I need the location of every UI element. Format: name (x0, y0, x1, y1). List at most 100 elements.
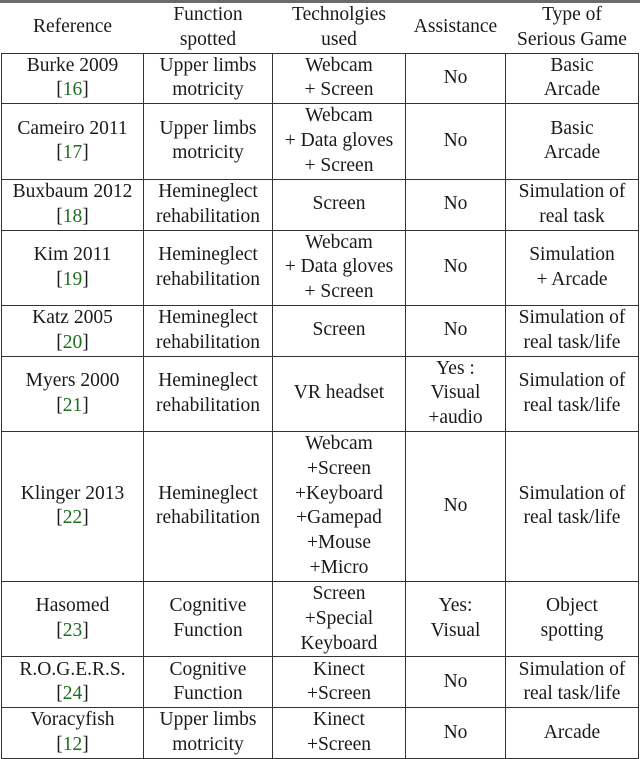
header-text: Assistance (413, 16, 498, 38)
cell-assistance-line: No (443, 721, 468, 743)
cell-game-type-line: Basic (550, 117, 594, 139)
citation-link[interactable]: 12 (63, 734, 83, 755)
cell-technologies-line: Webcam (305, 433, 373, 455)
cell-game-type-line: spotting (540, 620, 604, 642)
citation-link[interactable]: 22 (63, 507, 83, 528)
cell-technologies: Screen +Special Keyboard (272, 580, 406, 658)
bracket-close: ] (82, 683, 89, 705)
citation-link[interactable]: 24 (63, 683, 83, 704)
cell-game-type: Simulation of real task/life (505, 430, 639, 582)
cell-function: Upper limbs motricity (143, 103, 273, 180)
citation-link[interactable]: 18 (63, 206, 83, 227)
table-row: R.O.G.E.R.S. [24] Cognitive Function Kinect +… (1, 656, 639, 709)
cell-function: Hemineglect rehabilitation (143, 229, 273, 306)
cell-function: Upper limbs motricity (143, 707, 273, 759)
cell-assistance-line: No (443, 495, 468, 517)
cell-technologies: Webcam +Screen +Keyboard +Gamepad +Mouse +Mic… (272, 430, 406, 582)
cell-game-type-line: real task/life (523, 394, 621, 416)
cell-game-type-line: Simulation of (518, 306, 626, 328)
reference-name: Kim 2011 (33, 243, 112, 265)
cell-game-type-line: real task/life (523, 507, 621, 529)
citation-link[interactable]: 20 (63, 332, 83, 353)
cell-function-line: Upper limbs (159, 709, 257, 731)
header-game-type: Type of Serious Game (506, 3, 639, 53)
cell-game-type: Simulation of real task (505, 178, 639, 231)
cell-technologies-line: +Screen (306, 683, 372, 705)
cell-assistance-line: No (443, 193, 468, 215)
cell-assistance-line: Visual (430, 620, 481, 642)
cell-technologies-line: + Screen (304, 79, 374, 101)
cell-technologies-line: +Special (304, 607, 374, 629)
header-text: Function (173, 4, 243, 25)
header-technologies: Technolgies used (273, 3, 406, 53)
cell-game-type-line: real task/life (523, 331, 621, 353)
cell-assistance: No (405, 52, 506, 105)
cell-function-line: motricity (172, 142, 244, 164)
cell-game-type-line: Basic (550, 54, 594, 76)
reference-name: Hasomed (35, 595, 110, 617)
cell-game-type-line: Arcade (543, 142, 601, 164)
cell-game-type-line: Arcade (543, 79, 601, 101)
cell-technologies: Kinect +Screen (272, 707, 406, 759)
cell-function-line: rehabilitation (156, 205, 260, 227)
cell-technologies-line: +Keyboard (295, 482, 383, 504)
cell-game-type: Simulation of real task/life (505, 304, 639, 357)
reference-name: Voracyfish (30, 709, 115, 731)
cell-technologies: VR headset (272, 355, 406, 432)
bracket-close: ] (82, 268, 89, 290)
citation: [20] (3, 331, 142, 356)
citation-link[interactable]: 19 (63, 269, 83, 290)
cell-function-line: Function (173, 683, 243, 705)
cell-game-type-line: + Arcade (536, 268, 608, 290)
bracket-close: ] (82, 142, 89, 164)
cell-reference: R.O.G.E.R.S. [24] (1, 656, 144, 709)
cell-function-line: Hemineglect (158, 180, 258, 202)
citation: [18] (3, 205, 142, 230)
cell-function-line: Hemineglect (158, 482, 258, 504)
header-text: Serious Game (517, 28, 627, 50)
citation-link[interactable]: 23 (63, 620, 83, 641)
cell-game-type-line: Object (546, 595, 598, 617)
bracket-close: ] (82, 79, 89, 101)
cell-function-line: Hemineglect (158, 369, 258, 391)
cell-assistance-line: +audio (428, 407, 483, 429)
citation: [21] (3, 394, 142, 419)
cell-game-type: Basic Arcade (505, 52, 639, 105)
cell-assistance-line: Visual (430, 382, 481, 404)
cell-technologies: Screen (272, 178, 406, 231)
cell-function-line: motricity (172, 79, 244, 101)
table-row: Burke 2009 [16] Upper limbs motricity Webcam… (1, 52, 639, 105)
reference-name: R.O.G.E.R.S. (19, 658, 126, 680)
reference-name: Klinger 2013 (20, 482, 125, 504)
bracket-close: ] (82, 507, 89, 529)
cell-technologies-line: +Mouse (306, 532, 372, 554)
cell-assistance: Yes : Visual +audio (405, 355, 506, 432)
cell-technologies: Kinect +Screen (272, 656, 406, 709)
cell-assistance: No (405, 656, 506, 709)
citation: [24] (3, 682, 142, 707)
citation-link[interactable]: 21 (63, 395, 83, 416)
header-text: Reference (32, 16, 113, 38)
cell-assistance: No (405, 178, 506, 231)
header-text: used (321, 28, 357, 50)
bracket-close: ] (82, 331, 89, 353)
bracket-close: ] (82, 394, 89, 416)
cell-assistance: No (405, 304, 506, 357)
cell-reference: Voracyfish [12] (1, 707, 144, 759)
citation-link[interactable]: 16 (63, 79, 83, 100)
bracket-close: ] (82, 734, 89, 756)
citation: [23] (3, 619, 142, 644)
cell-function: Hemineglect rehabilitation (143, 355, 273, 432)
citation-link[interactable]: 17 (63, 142, 83, 163)
cell-assistance: No (405, 707, 506, 759)
header-text: Technolgies (292, 4, 386, 25)
cell-function: Cognitive Function (143, 580, 273, 658)
cell-technologies-line: Webcam (305, 105, 373, 127)
cell-game-type-line: Simulation of (518, 369, 626, 391)
cell-technologies-line: Screen (312, 582, 366, 604)
cell-game-type: Basic Arcade (505, 103, 639, 180)
bracket-close: ] (82, 620, 89, 642)
table-row: Voracyfish [12] Upper limbs motricity Kinect… (1, 707, 639, 759)
reference-name: Cameiro 2011 (17, 117, 128, 139)
cell-technologies-line: Kinect (313, 709, 365, 731)
